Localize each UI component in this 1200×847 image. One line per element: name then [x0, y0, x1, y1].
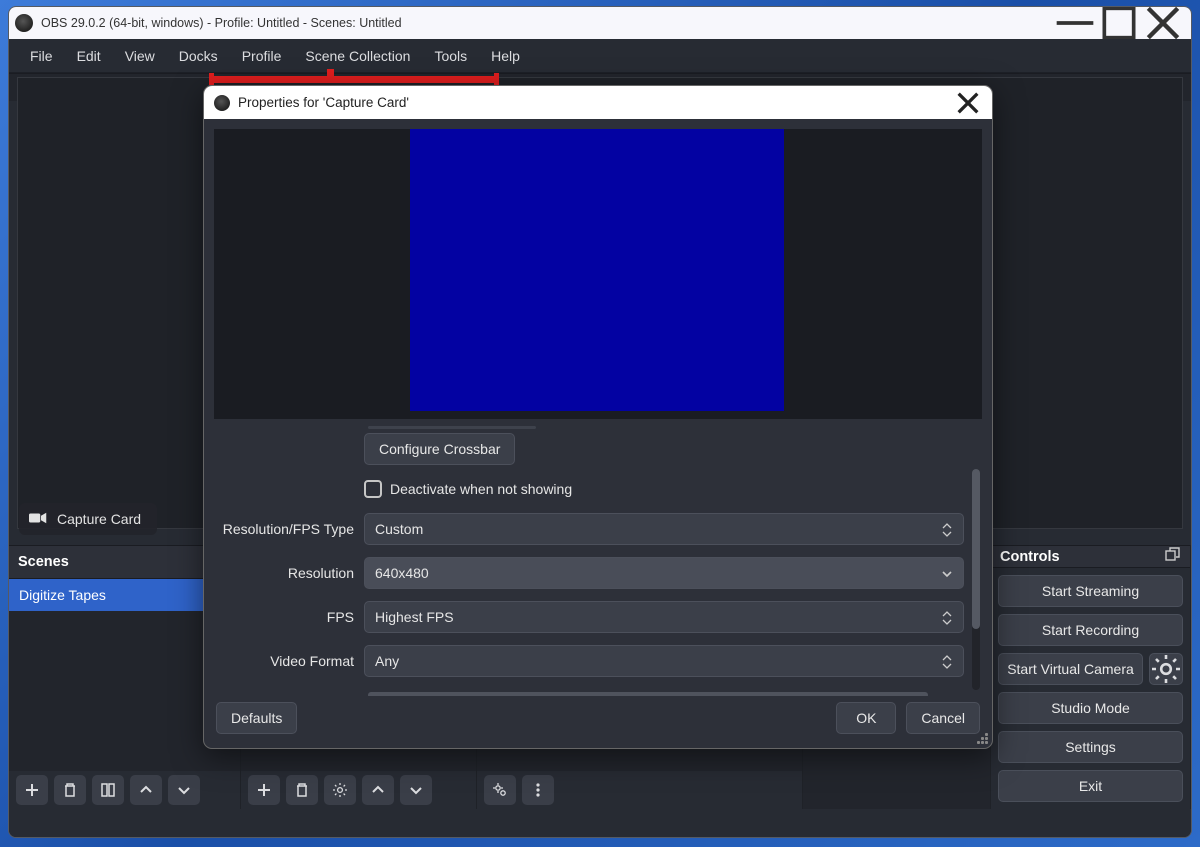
source-badge: Capture Card: [19, 503, 157, 535]
label-video-format: Video Format: [214, 653, 364, 669]
dialog-titlebar[interactable]: Properties for 'Capture Card': [204, 86, 992, 119]
virtual-camera-settings-button[interactable]: [1149, 653, 1183, 685]
label-resolution: Resolution: [214, 565, 364, 581]
dialog-vscrollbar-thumb[interactable]: [972, 469, 980, 629]
dialog-preview-video: [410, 129, 784, 411]
updown-icon: [937, 606, 957, 630]
configure-crossbar-button[interactable]: Configure Crossbar: [364, 433, 515, 465]
exit-button[interactable]: Exit: [998, 770, 1183, 802]
mixer-advanced-button[interactable]: [484, 775, 516, 805]
window-titlebar: OBS 29.0.2 (64-bit, windows) - Profile: …: [9, 7, 1191, 39]
annotation-marker: [214, 76, 329, 83]
sources-move-down-button[interactable]: [400, 775, 432, 805]
menu-view[interactable]: View: [113, 42, 167, 70]
undock-icon[interactable]: [1165, 547, 1181, 567]
defaults-button[interactable]: Defaults: [216, 702, 297, 734]
updown-icon: [937, 518, 957, 542]
obs-logo-icon: [214, 95, 230, 111]
updown-icon: [937, 650, 957, 674]
window-minimize-button[interactable]: [1053, 8, 1097, 38]
scenes-filter-button[interactable]: [92, 775, 124, 805]
deactivate-label: Deactivate when not showing: [390, 481, 572, 497]
panel-controls-header: Controls: [991, 545, 1190, 568]
sources-move-up-button[interactable]: [362, 775, 394, 805]
menu-tools[interactable]: Tools: [422, 42, 479, 70]
app-window: OBS 29.0.2 (64-bit, windows) - Profile: …: [8, 6, 1192, 838]
select-resolution[interactable]: 640x480: [364, 557, 964, 589]
label-fps: FPS: [214, 609, 364, 625]
start-virtual-camera-button[interactable]: Start Virtual Camera: [998, 653, 1143, 685]
panel-scenes-title: Scenes: [18, 554, 69, 570]
scenes-add-button[interactable]: [16, 775, 48, 805]
panel-controls: Controls Start Streaming Start Recording…: [991, 545, 1191, 809]
window-title: OBS 29.0.2 (64-bit, windows) - Profile: …: [41, 16, 1053, 30]
window-maximize-button[interactable]: [1097, 8, 1141, 38]
menu-scene-collection[interactable]: Scene Collection: [293, 42, 422, 70]
select-fps[interactable]: Highest FPS: [364, 601, 964, 633]
select-res-fps-type[interactable]: Custom: [364, 513, 964, 545]
select-video-format-value: Any: [375, 653, 399, 669]
scene-item-label: Digitize Tapes: [19, 587, 106, 603]
select-res-fps-type-value: Custom: [375, 521, 423, 537]
scenes-move-down-button[interactable]: [168, 775, 200, 805]
menu-edit[interactable]: Edit: [65, 42, 113, 70]
dialog-body: Configure Crossbar Deactivate when not s…: [204, 119, 992, 696]
window-close-button[interactable]: [1141, 8, 1185, 38]
annotation-marker: [327, 69, 334, 83]
settings-button[interactable]: Settings: [998, 731, 1183, 763]
menu-help[interactable]: Help: [479, 42, 532, 70]
label-res-fps-type: Resolution/FPS Type: [214, 521, 364, 537]
panel-scenes-toolbar: [9, 771, 240, 809]
menu-profile[interactable]: Profile: [230, 42, 294, 70]
panel-sources-toolbar: [241, 771, 476, 809]
select-resolution-value: 640x480: [375, 565, 429, 581]
sources-properties-button[interactable]: [324, 775, 356, 805]
menu-file[interactable]: File: [18, 42, 65, 70]
scenes-remove-button[interactable]: [54, 775, 86, 805]
ok-button[interactable]: OK: [836, 702, 896, 734]
mixer-menu-button[interactable]: [522, 775, 554, 805]
sources-add-button[interactable]: [248, 775, 280, 805]
menu-docks[interactable]: Docks: [167, 42, 230, 70]
start-recording-button[interactable]: Start Recording: [998, 614, 1183, 646]
select-video-format[interactable]: Any: [364, 645, 964, 677]
select-fps-value: Highest FPS: [375, 609, 454, 625]
cancel-button[interactable]: Cancel: [906, 702, 980, 734]
start-streaming-button[interactable]: Start Streaming: [998, 575, 1183, 607]
properties-dialog: Properties for 'Capture Card' Configure …: [203, 85, 993, 749]
scenes-move-up-button[interactable]: [130, 775, 162, 805]
source-badge-label: Capture Card: [57, 511, 141, 527]
dialog-form: Configure Crossbar Deactivate when not s…: [214, 427, 982, 696]
panel-controls-title: Controls: [1000, 549, 1060, 565]
chevron-down-icon: [937, 562, 957, 586]
dialog-hscrollbar-thumb[interactable]: [368, 692, 928, 696]
annotation-marker: [334, 76, 494, 83]
panel-mixer-toolbar: [477, 771, 802, 809]
dialog-preview: [214, 129, 982, 419]
obs-logo-icon: [15, 14, 33, 32]
dialog-footer: Defaults OK Cancel: [204, 696, 992, 748]
deactivate-checkbox[interactable]: [364, 480, 382, 498]
dialog-close-button[interactable]: [954, 90, 982, 116]
menu-bar: File Edit View Docks Profile Scene Colle…: [9, 39, 1191, 73]
studio-mode-button[interactable]: Studio Mode: [998, 692, 1183, 724]
annotation-marker: [494, 73, 499, 85]
sources-remove-button[interactable]: [286, 775, 318, 805]
dialog-title: Properties for 'Capture Card': [238, 95, 954, 110]
camera-icon: [29, 511, 47, 528]
resize-grip[interactable]: [974, 730, 988, 744]
